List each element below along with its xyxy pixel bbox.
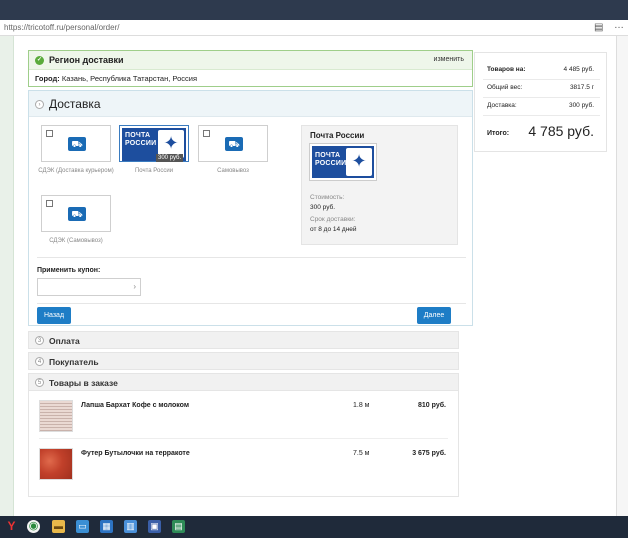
page-content: ✓ Регион доставки изменить Город: Казань… <box>14 36 616 516</box>
product-qty: 7.5 м <box>353 450 370 457</box>
circle-arrow-icon: › <box>35 100 44 109</box>
city-value: Казань, Республика Татарстан, Россия <box>61 74 198 83</box>
calendar-icon[interactable]: ▥ <box>124 520 137 533</box>
region-header: ✓ Регион доставки изменить <box>29 51 472 70</box>
goods-label: Товаров на: <box>487 66 526 73</box>
section-number: 3 <box>35 336 44 345</box>
taskbar: Y ◉ ▬ ▭ ▦ ▥ ▣ ▤ <box>0 516 628 538</box>
section-title: Товары в заказе <box>49 378 118 388</box>
save-icon[interactable]: ▣ <box>148 520 161 533</box>
chevron-right-icon[interactable]: › <box>133 282 136 291</box>
cost-label: Стоимость: <box>310 194 345 201</box>
time-label: Срок доставки: <box>310 216 356 223</box>
coupon-label: Применить купон: <box>37 267 101 274</box>
russian-post-logo-large: ПОЧТА РОССИИ ✦ <box>309 143 377 181</box>
url-text[interactable]: https://tricotoff.ru/personal/order/ <box>4 23 119 32</box>
check-icon: ✓ <box>35 56 44 65</box>
city-line: Город: Казань, Республика Татарстан, Рос… <box>35 74 197 83</box>
ellipsis-icon[interactable]: … <box>614 20 624 31</box>
product-price: 810 руб. <box>418 402 446 409</box>
terminal-icon[interactable]: ▤ <box>172 520 185 533</box>
list-item: Футер Бутылочки на терракоте 7.5 м 3 675… <box>29 439 458 487</box>
delivery-option-russian-post[interactable]: ✓ ПОЧТАРОССИИ ✦ 300 руб. <box>119 125 189 162</box>
divider <box>37 303 466 304</box>
order-items-list: Лапша Бархат Кофе с молоком 1.8 м 810 ру… <box>28 391 459 497</box>
delivery-info-box: Почта России ПОЧТА РОССИИ ✦ Стоимость: 30… <box>301 125 458 245</box>
section-order-items[interactable]: 5 Товары в заказе <box>28 373 459 391</box>
product-qty: 1.8 м <box>353 402 370 409</box>
delivery-header: › Доставка <box>29 91 472 117</box>
section-payment[interactable]: 3 Оплата <box>28 331 459 349</box>
delivery-option-cdek-courier[interactable]: ⛟ <box>41 125 111 162</box>
address-bar[interactable]: https://tricotoff.ru/personal/order/ ▤ … <box>0 20 628 36</box>
goods-value: 4 485 руб. <box>563 66 594 73</box>
divider <box>483 79 600 80</box>
chrome-icon[interactable]: ◉ <box>27 520 40 533</box>
option-label-pickup: Самовывоз <box>217 168 249 174</box>
option-label-cdek-pickup: СДЭК (Самовывоз) <box>49 238 103 244</box>
calculator-icon[interactable]: ▦ <box>100 520 113 533</box>
delivery-label: Доставка: <box>487 102 517 109</box>
product-name[interactable]: Футер Бутылочки на терракоте <box>81 450 190 457</box>
weight-value: 3817.5 г <box>569 84 594 91</box>
option-checkbox[interactable] <box>46 130 53 137</box>
truck-icon: ⛟ <box>68 207 86 221</box>
section-buyer[interactable]: 4 Покупатель <box>28 352 459 370</box>
product-thumbnail[interactable] <box>39 400 73 432</box>
page-icon[interactable]: ▤ <box>594 22 603 33</box>
product-name[interactable]: Лапша Бархат Кофе с молоком <box>81 402 189 409</box>
option-checkbox[interactable] <box>203 130 210 137</box>
option-checkbox[interactable] <box>46 200 53 207</box>
divider <box>483 97 600 98</box>
product-thumbnail[interactable] <box>39 448 73 480</box>
region-panel: ✓ Регион доставки изменить Город: Казань… <box>28 50 473 87</box>
cost-value: 300 руб. <box>310 204 336 211</box>
region-title: Регион доставки <box>49 55 124 65</box>
divider <box>37 257 466 258</box>
total-value: 4 785 руб. <box>528 123 594 139</box>
price-badge: 300 руб. <box>156 154 184 162</box>
delivery-panel: › Доставка ⛟ СДЭК (Доставка курьером) ✓ … <box>28 90 473 326</box>
file-explorer-icon[interactable]: ▬ <box>52 520 65 533</box>
delivery-title: Доставка <box>49 97 101 111</box>
total-label: Итого: <box>487 130 510 137</box>
product-price: 3 675 руб. <box>412 450 446 457</box>
edit-region-link[interactable]: изменить <box>434 56 464 63</box>
order-summary: Товаров на: 4 485 руб. Общий вес: 3817.5… <box>474 52 607 152</box>
window-titlebar <box>0 0 628 20</box>
info-title: Почта России <box>310 131 365 140</box>
truck-icon: ⛟ <box>225 137 243 151</box>
back-button[interactable]: Назад <box>37 307 71 324</box>
monitor-icon[interactable]: ▭ <box>76 520 89 533</box>
section-title: Покупатель <box>49 357 99 367</box>
city-label: Город: <box>35 74 60 83</box>
coupon-input[interactable]: › <box>37 278 141 296</box>
delivery-option-cdek-pickup[interactable]: ⛟ <box>41 195 111 232</box>
list-item: Лапша Бархат Кофе с молоком 1.8 м 810 ру… <box>29 391 458 439</box>
weight-label: Общий вес: <box>487 84 523 91</box>
section-number: 4 <box>35 357 44 366</box>
section-title: Оплата <box>49 336 80 346</box>
time-value: от 8 до 14 дней <box>310 226 357 233</box>
truck-icon: ⛟ <box>68 137 86 151</box>
delivery-value: 300 руб. <box>568 102 594 109</box>
scrollbar[interactable] <box>616 36 628 516</box>
eagle-emblem-icon: ✦ <box>346 148 372 176</box>
option-label-russian-post: Почта России <box>134 168 174 174</box>
divider <box>483 115 600 116</box>
section-number: 5 <box>35 378 44 387</box>
left-margin <box>0 36 14 516</box>
delivery-option-pickup[interactable]: ⛟ <box>198 125 268 162</box>
option-label-cdek-courier: СДЭК (Доставка курьером) <box>38 168 114 174</box>
next-button[interactable]: Далее <box>417 307 451 324</box>
yandex-browser-icon[interactable]: Y <box>5 520 18 533</box>
